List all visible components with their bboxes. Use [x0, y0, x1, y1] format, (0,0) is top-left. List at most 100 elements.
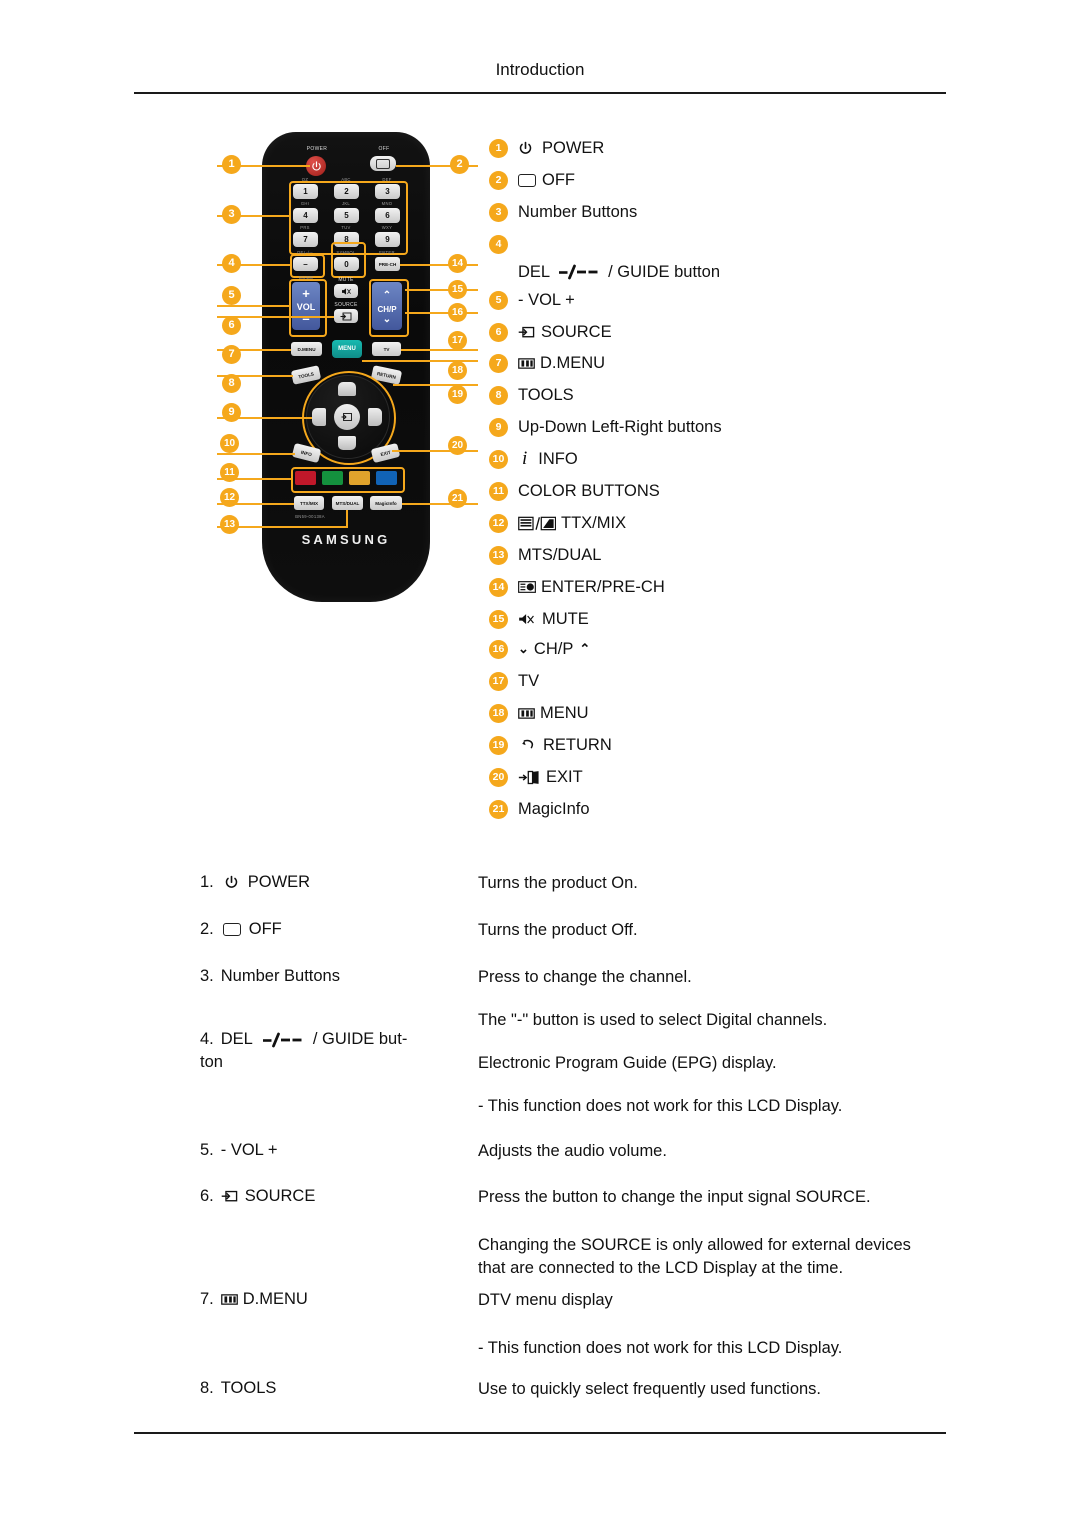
desc-term-7: 7. D.MENU — [200, 1289, 455, 1310]
callout-badge-10[interactable]: 10 — [220, 434, 239, 453]
legend-item-20: 20 EXIT — [489, 767, 583, 787]
legend-item-9: 9 Up-Down Left-Right buttons — [489, 417, 722, 437]
desc-text-7a: DTV menu display — [478, 1291, 613, 1309]
legend-item-13: 13 MTS/DUAL — [489, 545, 601, 565]
legend-label-17: TV — [518, 671, 540, 690]
legend-number-20: 20 — [489, 767, 508, 787]
desc-text-1: Turns the product On. — [478, 874, 638, 892]
callout-badge-5[interactable]: 5 — [222, 286, 241, 305]
callout-badge-6[interactable]: 6 — [222, 316, 241, 335]
remote-tv-button[interactable]: TV — [372, 342, 401, 356]
legend-item-18: 18 MENU — [489, 703, 589, 723]
remote-prech-button[interactable]: PRE-CH — [375, 257, 400, 271]
legend-number-16: 16 — [489, 639, 508, 659]
desc-label-8: TOOLS — [220, 1379, 277, 1397]
mute-icon — [518, 612, 535, 627]
legend-number-1: 1 — [489, 138, 508, 158]
callout-badge-2[interactable]: 2 — [450, 155, 469, 174]
remote-off-button[interactable] — [370, 156, 396, 171]
legend-label-4: DEL — [518, 262, 551, 281]
legend-item-8: 8 TOOLS — [489, 385, 574, 405]
legend-label-19: RETURN — [543, 735, 612, 754]
remote-label-enter: ENTER — [379, 250, 395, 255]
desc-text-6a: Press the button to change the input sig… — [478, 1188, 871, 1206]
remote-ttxmix-button[interactable]: TTX/MIX — [294, 496, 324, 510]
manual-page: Introduction POWER OFF QZ ABC DEF 1 2 3 … — [0, 0, 1080, 1527]
legend-item-17: 17 TV — [489, 671, 539, 691]
callout-badge-7[interactable]: 7 — [222, 345, 241, 364]
callout-badge-9[interactable]: 9 — [222, 403, 241, 422]
desc-index-1: 1. — [200, 873, 214, 891]
power-icon — [518, 141, 533, 156]
desc-text-8: Use to quickly select frequently used fu… — [478, 1380, 822, 1398]
legend-number-3: 3 — [489, 202, 508, 222]
callout-badge-11[interactable]: 11 — [220, 463, 239, 482]
info-icon: i — [522, 448, 528, 469]
callout-badge-15[interactable]: 15 — [448, 280, 467, 299]
legend-number-7: 7 — [489, 353, 508, 373]
off-icon — [376, 158, 390, 169]
legend-label-15: MUTE — [542, 609, 589, 628]
legend-number-19: 19 — [489, 735, 508, 755]
legend-item-4: DEL / GUIDE button — [518, 262, 720, 282]
source-icon — [340, 312, 352, 320]
callout-badge-4[interactable]: 4 — [222, 254, 241, 273]
enter-prech-icon — [518, 580, 536, 594]
dash-guide-icon — [558, 264, 600, 280]
desc-label-4: DEL — [220, 1030, 253, 1048]
desc-index-5: 5. — [200, 1141, 214, 1159]
remote-label-power: POWER — [306, 146, 328, 152]
remote-mtsdual-button[interactable]: MTS/DUAL — [332, 496, 363, 510]
remote-menu-button[interactable]: MENU — [332, 340, 362, 358]
dmenu-icon — [518, 357, 535, 370]
return-icon — [521, 738, 536, 753]
remote-magicinfo-button[interactable]: MagicInfo — [370, 496, 402, 510]
desc-term-1: 1. POWER — [200, 872, 455, 893]
legend-label-9: Up-Down Left-Right buttons — [518, 417, 722, 436]
callout-badge-3[interactable]: 3 — [222, 205, 241, 224]
legend-number-21: 21 — [489, 799, 508, 819]
callout-badge-1[interactable]: 1 — [222, 155, 241, 174]
callout-badge-21[interactable]: 21 — [448, 489, 467, 508]
source-icon — [221, 1190, 238, 1203]
desc-index-3: 3. — [200, 967, 214, 985]
callout-badge-19[interactable]: 19 — [448, 385, 467, 404]
callout-badge-14[interactable]: 14 — [448, 254, 467, 273]
callout-badge-13[interactable]: 13 — [220, 515, 239, 534]
callout-badge-18[interactable]: 18 — [448, 361, 467, 380]
remote-control-illustration: POWER OFF QZ ABC DEF 1 2 3 GHI JKL MNO 4… — [217, 132, 478, 602]
desc-text-3: Press to change the channel. — [478, 968, 692, 986]
footer-divider — [134, 1432, 946, 1434]
legend-label-1: POWER — [542, 138, 605, 157]
dmenu-icon — [220, 1293, 238, 1306]
legend-item-4-badge: 4 — [489, 234, 508, 254]
callout-badge-16[interactable]: 16 — [448, 303, 467, 322]
remote-label-source: SOURCE — [334, 302, 358, 308]
legend-label-8: TOOLS — [518, 385, 574, 404]
menu-icon — [518, 707, 535, 720]
legend-number-10: 10 — [489, 449, 508, 469]
desc-term-3: 3. Number Buttons — [200, 966, 455, 987]
callout-badge-8[interactable]: 8 — [222, 374, 241, 393]
legend-item-21: 21 MagicInfo — [489, 799, 590, 819]
zero-highlight — [331, 242, 366, 278]
callout-badge-17[interactable]: 17 — [448, 331, 467, 350]
desc-index-8: 8. — [200, 1379, 214, 1397]
header-divider — [134, 92, 946, 94]
legend-item-2: 2 OFF — [489, 170, 575, 190]
leader-line-21 — [402, 503, 478, 505]
remote-source-button[interactable] — [334, 309, 358, 323]
callout-badge-12[interactable]: 12 — [220, 488, 239, 507]
callout-badge-20[interactable]: 20 — [448, 436, 467, 455]
legend-label-3: Number Buttons — [518, 202, 638, 221]
remote-label-off: OFF — [378, 146, 390, 152]
desc-text-4b: Electronic Program Guide (EPG) display. — [478, 1054, 777, 1072]
desc-text-4c: - This function does not work for this L… — [478, 1097, 843, 1115]
leader-line-19 — [393, 384, 478, 386]
remote-dmenu-button[interactable]: D.MENU — [291, 342, 322, 356]
source-icon — [518, 326, 535, 339]
legend-number-9: 9 — [489, 417, 508, 437]
remote-mute-button[interactable] — [334, 284, 358, 298]
off-icon — [222, 923, 241, 937]
legend-item-16: 16 ⌄ CH/P ⌃ — [489, 639, 590, 659]
